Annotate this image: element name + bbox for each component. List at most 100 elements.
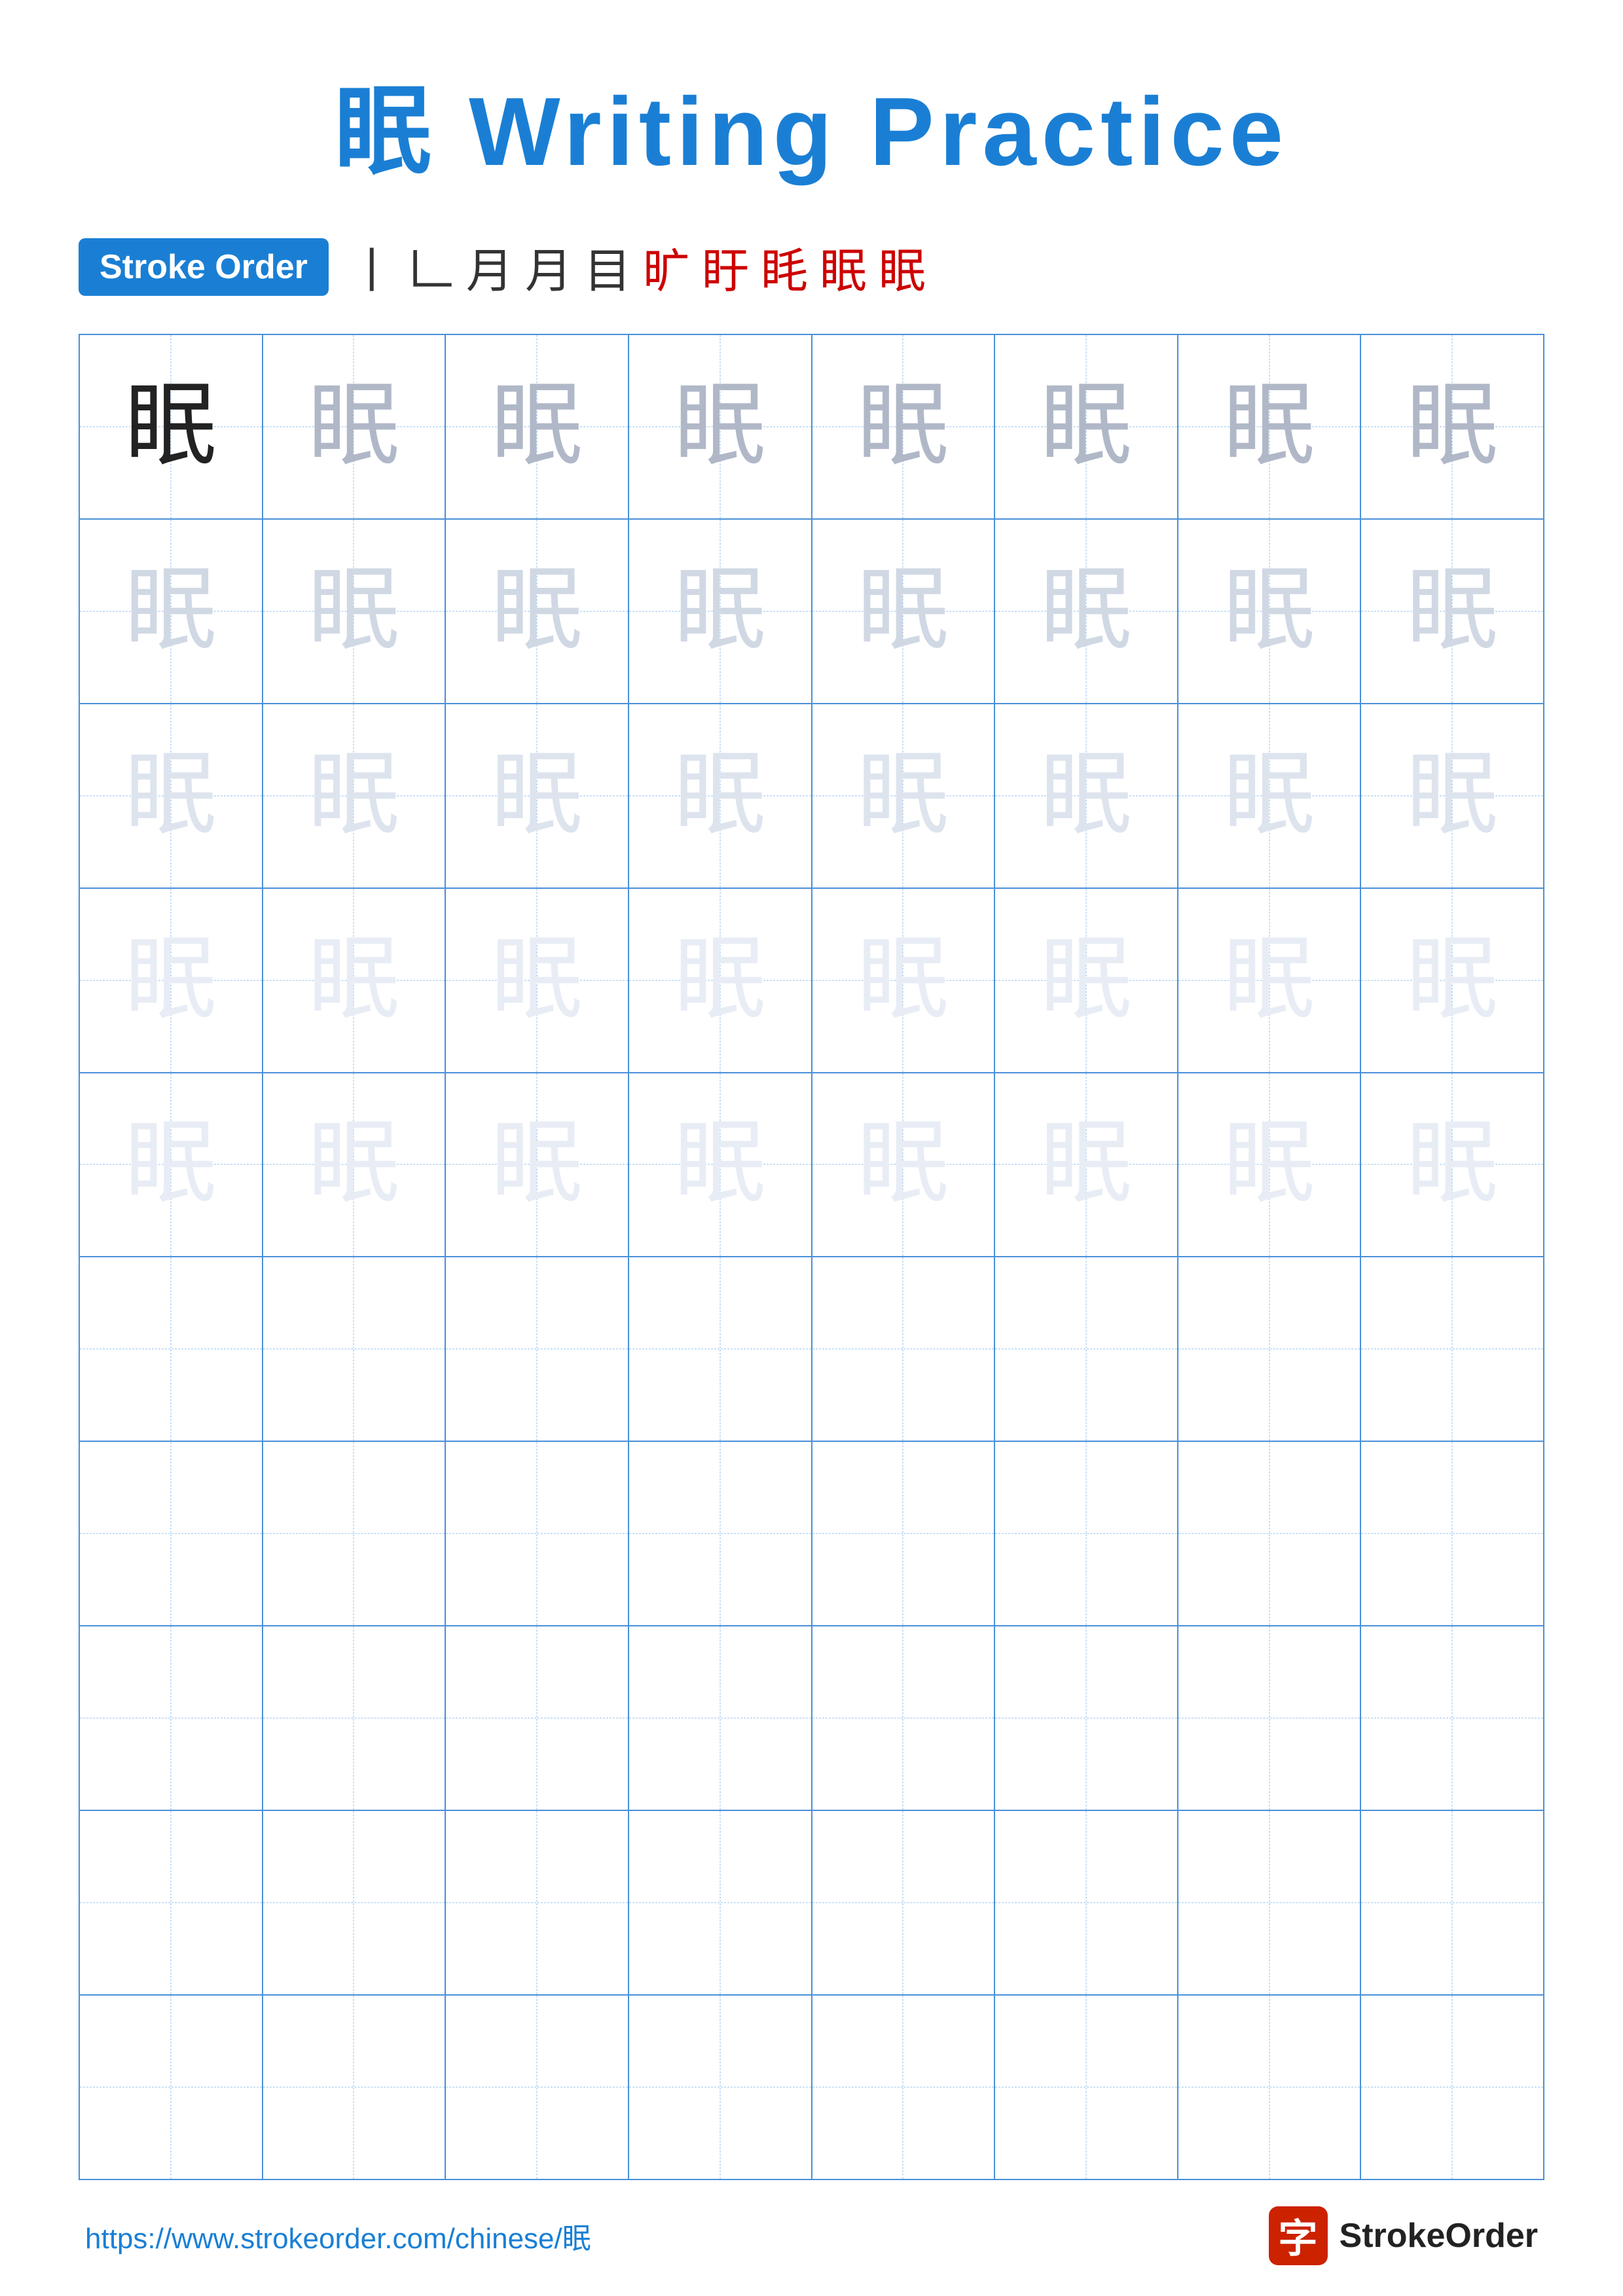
grid-cell-2-1[interactable]: 眠 [263,704,447,888]
cell-character: 眠 [125,1119,217,1210]
grid-row-1: 眠眠眠眠眠眠眠眠 [80,520,1543,704]
cell-character: 眠 [1224,750,1315,842]
grid-cell-9-7[interactable] [1361,1996,1543,2179]
grid-cell-3-1[interactable]: 眠 [263,889,447,1072]
grid-cell-8-0[interactable] [80,1811,263,1994]
grid-cell-3-6[interactable]: 眠 [1178,889,1362,1072]
grid-cell-6-2[interactable] [446,1442,629,1625]
grid-cell-7-6[interactable] [1178,1626,1362,1810]
grid-cell-7-4[interactable] [812,1626,996,1810]
grid-cell-6-5[interactable] [995,1442,1178,1625]
grid-cell-4-2[interactable]: 眠 [446,1073,629,1257]
grid-cell-9-1[interactable] [263,1996,447,2179]
cell-character: 眠 [674,381,766,473]
grid-cell-6-4[interactable] [812,1442,996,1625]
grid-cell-9-6[interactable] [1178,1996,1362,2179]
grid-row-8 [80,1811,1543,1996]
grid-cell-4-6[interactable]: 眠 [1178,1073,1362,1257]
grid-cell-2-5[interactable]: 眠 [995,704,1178,888]
grid-cell-4-0[interactable]: 眠 [80,1073,263,1257]
grid-cell-1-7[interactable]: 眠 [1361,520,1543,703]
cell-character: 眠 [491,381,583,473]
grid-cell-4-4[interactable]: 眠 [812,1073,996,1257]
grid-cell-9-4[interactable] [812,1996,996,2179]
grid-cell-1-4[interactable]: 眠 [812,520,996,703]
cell-character: 眠 [491,935,583,1026]
grid-cell-3-0[interactable]: 眠 [80,889,263,1072]
grid-cell-9-0[interactable] [80,1996,263,2179]
grid-cell-2-3[interactable]: 眠 [629,704,812,888]
grid-cell-0-7[interactable]: 眠 [1361,335,1543,518]
grid-cell-5-1[interactable] [263,1257,447,1441]
grid-cell-6-1[interactable] [263,1442,447,1625]
grid-cell-4-1[interactable]: 眠 [263,1073,447,1257]
stroke-char-2: 月 [466,232,513,301]
cell-character: 眠 [491,1119,583,1210]
grid-cell-4-5[interactable]: 眠 [995,1073,1178,1257]
grid-cell-8-7[interactable] [1361,1811,1543,1994]
grid-cell-5-5[interactable] [995,1257,1178,1441]
grid-cell-7-5[interactable] [995,1626,1178,1810]
grid-cell-5-3[interactable] [629,1257,812,1441]
grid-cell-3-4[interactable]: 眠 [812,889,996,1072]
grid-cell-7-0[interactable] [80,1626,263,1810]
grid-cell-5-2[interactable] [446,1257,629,1441]
grid-cell-8-3[interactable] [629,1811,812,1994]
grid-cell-0-5[interactable]: 眠 [995,335,1178,518]
grid-cell-3-2[interactable]: 眠 [446,889,629,1072]
grid-cell-0-0[interactable]: 眠 [80,335,263,518]
footer-url[interactable]: https://www.strokeorder.com/chinese/眠 [85,2215,591,2257]
grid-cell-3-7[interactable]: 眠 [1361,889,1543,1072]
grid-cell-4-7[interactable]: 眠 [1361,1073,1543,1257]
grid-cell-1-0[interactable]: 眠 [80,520,263,703]
grid-cell-8-4[interactable] [812,1811,996,1994]
grid-cell-2-2[interactable]: 眠 [446,704,629,888]
grid-cell-1-2[interactable]: 眠 [446,520,629,703]
grid-cell-2-7[interactable]: 眠 [1361,704,1543,888]
grid-cell-5-7[interactable] [1361,1257,1543,1441]
grid-cell-6-6[interactable] [1178,1442,1362,1625]
cell-character: 眠 [125,381,217,473]
grid-cell-7-3[interactable] [629,1626,812,1810]
grid-row-6 [80,1442,1543,1626]
grid-cell-0-1[interactable]: 眠 [263,335,447,518]
stroke-char-9: 眠 [879,232,926,301]
grid-cell-7-7[interactable] [1361,1626,1543,1810]
grid-cell-8-2[interactable] [446,1811,629,1994]
grid-cell-6-3[interactable] [629,1442,812,1625]
grid-cell-8-6[interactable] [1178,1811,1362,1994]
grid-cell-2-6[interactable]: 眠 [1178,704,1362,888]
cell-character: 眠 [857,1119,949,1210]
cell-character: 眠 [1224,381,1315,473]
grid-cell-1-1[interactable]: 眠 [263,520,447,703]
grid-cell-5-4[interactable] [812,1257,996,1441]
grid-cell-3-5[interactable]: 眠 [995,889,1178,1072]
cell-character: 眠 [1040,381,1132,473]
grid-cell-1-3[interactable]: 眠 [629,520,812,703]
grid-cell-9-3[interactable] [629,1996,812,2179]
grid-cell-5-0[interactable] [80,1257,263,1441]
grid-cell-0-3[interactable]: 眠 [629,335,812,518]
grid-row-2: 眠眠眠眠眠眠眠眠 [80,704,1543,889]
grid-cell-2-4[interactable]: 眠 [812,704,996,888]
grid-cell-5-6[interactable] [1178,1257,1362,1441]
grid-cell-4-3[interactable]: 眠 [629,1073,812,1257]
grid-cell-6-0[interactable] [80,1442,263,1625]
grid-cell-9-2[interactable] [446,1996,629,2179]
grid-cell-1-5[interactable]: 眠 [995,520,1178,703]
grid-cell-8-1[interactable] [263,1811,447,1994]
grid-cell-0-2[interactable]: 眠 [446,335,629,518]
grid-cell-0-4[interactable]: 眠 [812,335,996,518]
stroke-order-badge: Stroke Order [79,238,329,296]
grid-cell-0-6[interactable]: 眠 [1178,335,1362,518]
grid-cell-1-6[interactable]: 眠 [1178,520,1362,703]
cell-character: 眠 [1406,1119,1498,1210]
grid-cell-2-0[interactable]: 眠 [80,704,263,888]
grid-cell-8-5[interactable] [995,1811,1178,1994]
cell-character: 眠 [674,565,766,657]
grid-cell-7-2[interactable] [446,1626,629,1810]
grid-cell-3-3[interactable]: 眠 [629,889,812,1072]
grid-cell-7-1[interactable] [263,1626,447,1810]
grid-cell-9-5[interactable] [995,1996,1178,2179]
grid-cell-6-7[interactable] [1361,1442,1543,1625]
